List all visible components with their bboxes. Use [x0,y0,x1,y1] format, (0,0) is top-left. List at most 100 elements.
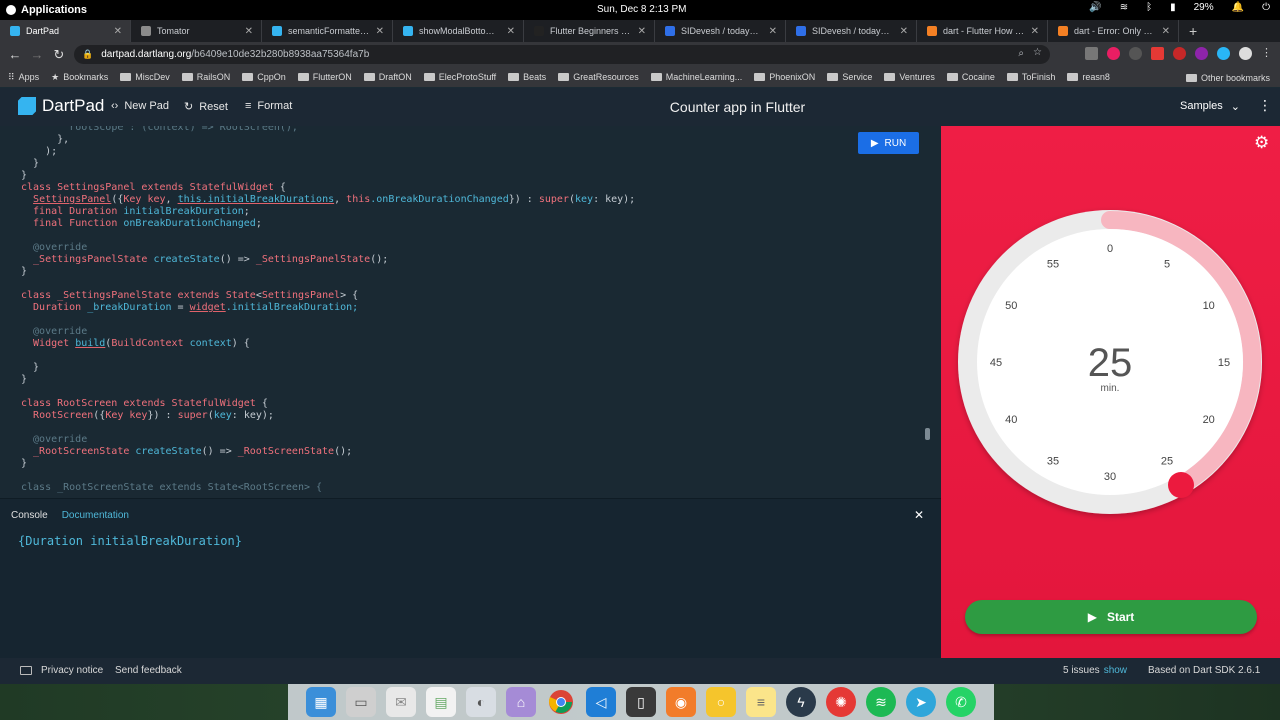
whatsapp-icon[interactable]: ✆ [946,687,976,717]
format-button[interactable]: ≡ Format [245,100,292,112]
bookmark-item[interactable]: Service [827,72,872,82]
close-tab-icon[interactable]: ✕ [769,26,777,37]
back-icon[interactable]: ← [4,47,26,62]
bookmark-item[interactable]: Cocaine [946,72,995,82]
bookmark-item[interactable]: CppOn [242,72,286,82]
browser-tab[interactable]: showModalBottomShe ✕ [393,20,524,42]
code-editor[interactable]: rootScope : (context) => RootScreen(), }… [0,126,941,498]
privacy-notice-link[interactable]: Privacy notice [41,665,103,676]
reset-button[interactable]: ↻ Reset [184,100,228,114]
samples-dropdown[interactable]: Samples ⌄ [1180,100,1240,113]
bookmark-item[interactable]: Ventures [884,72,935,82]
clock[interactable]: Sun, Dec 8 2:13 PM [597,4,687,15]
telegram-icon[interactable]: ➤ [906,687,936,717]
reload-icon[interactable]: ↻ [48,47,70,63]
bookmark-item[interactable]: FlutterON [297,72,352,82]
browser-tab[interactable]: dart - Error: Only static ✕ [1048,20,1179,42]
close-tab-icon[interactable]: ✕ [638,26,646,37]
close-tab-icon[interactable]: ✕ [507,26,515,37]
app-store-icon[interactable]: ⌂ [506,687,536,717]
bookmark-item[interactable]: PhoenixON [754,72,815,82]
bookmark-star-icon[interactable]: ☆ [1033,47,1042,58]
extension-icon[interactable] [1195,47,1208,60]
browser-tab[interactable]: Tomator ✕ [131,20,262,42]
profile-avatar[interactable] [1239,47,1252,60]
notes-icon[interactable]: ≡ [746,687,776,717]
power-icon[interactable]: ⏻ [1262,2,1270,13]
mail-icon[interactable]: ✉ [386,687,416,717]
new-pad-button[interactable]: ‹› New Pad [111,100,169,112]
extension-icon[interactable] [1085,47,1098,60]
chrome-icon[interactable] [546,687,576,717]
bookmark-item[interactable]: ElecProtoStuff [423,72,496,82]
address-bar[interactable]: 🔒 dartpad.dartlang.org /b6409e10de32b280… [74,45,1050,64]
files-icon[interactable]: ▭ [346,687,376,717]
browser-tab[interactable]: SIDevesh / today_in_life ✕ [786,20,917,42]
browser-tab[interactable]: semanticFormatterCall ✕ [262,20,393,42]
timer-dial[interactable]: 0 5 10 15 20 25 30 35 40 45 50 55 25 min. [941,126,1280,658]
bookmark-item[interactable]: ToFinish [1006,72,1055,82]
keyboard-icon[interactable] [20,666,32,675]
bookmark-item[interactable]: DraftON [363,72,412,82]
close-tab-icon[interactable]: ✕ [1031,26,1039,37]
new-tab-icon[interactable]: + [1179,20,1207,42]
volume-icon[interactable]: 🔊 [1089,2,1101,13]
dial-handle[interactable] [1168,472,1194,498]
extension-icon[interactable] [1173,47,1186,60]
close-tab-icon[interactable]: ✕ [376,26,384,37]
bookmark-item[interactable]: MachineLearning... [650,72,742,82]
close-tab-icon[interactable]: ✕ [900,26,908,37]
flutter-icon[interactable]: ϟ [786,687,816,717]
close-tab-icon[interactable]: ✕ [114,26,122,37]
vscode-icon[interactable]: ◁ [586,687,616,717]
bookmark-item[interactable]: RailsON [181,72,230,82]
close-tab-icon[interactable]: ✕ [1162,26,1170,37]
dartpad-logo[interactable]: DartPad [18,96,104,116]
settings-toggle-icon[interactable]: ◐ [466,687,496,717]
lightbulb-icon[interactable]: ○ [706,687,736,717]
issues-show-link[interactable]: show [1104,665,1127,676]
browser-tab[interactable]: SIDevesh / today_in_life ✕ [655,20,786,42]
code-token: Key key [123,194,166,205]
bell-icon[interactable]: 🔔 [1232,2,1244,13]
terminal-icon[interactable]: ▯ [626,687,656,717]
code-token: _SettingsPanelState [255,254,371,265]
bookmark-item[interactable]: reasn8 [1067,72,1110,82]
other-bookmarks[interactable]: Other bookmarks [1185,73,1270,83]
rss-icon[interactable]: ◉ [666,687,696,717]
browser-tab[interactable]: dart - Flutter How to se ✕ [917,20,1048,42]
bookmark-item[interactable]: ★ Bookmarks [51,72,108,83]
close-icon[interactable]: ✕ [914,508,924,522]
tab-title: showModalBottomShe [419,26,501,36]
code-content[interactable]: rootScope : (context) => RootScreen(), }… [21,126,635,494]
battery-icon[interactable]: ▮ [1170,2,1176,13]
bookmark-item[interactable]: ⠿ Apps [8,72,39,83]
more-menu-icon[interactable]: ⋮ [1258,97,1272,114]
applications-menu[interactable]: Applications [0,4,87,16]
run-button[interactable]: ▶ RUN [858,132,919,154]
spreadsheet-icon[interactable]: ▤ [426,687,456,717]
chrome-menu-icon[interactable]: ⋮ [1261,47,1274,60]
extension-icon[interactable] [1107,47,1120,60]
close-tab-icon[interactable]: ✕ [245,26,253,37]
extension-icon[interactable] [1129,47,1142,60]
browser-tab[interactable]: Flutter Beginners Guide ✕ [524,20,655,42]
extension-icon[interactable] [1217,47,1230,60]
tab-console[interactable]: Console [11,510,48,521]
wifi-icon[interactable]: ≋ [1120,2,1128,13]
start-button[interactable]: ▶ Start [965,600,1257,634]
bookmark-item[interactable]: Beats [508,72,546,82]
bluetooth-icon[interactable]: ᛒ [1146,2,1152,13]
peppermint-icon[interactable]: ✺ [826,687,856,717]
forward-icon[interactable]: → [26,47,48,62]
workspaces-icon[interactable]: ▦ [306,687,336,717]
tab-documentation[interactable]: Documentation [62,510,129,521]
bookmark-item[interactable]: MiscDev [120,72,170,82]
bookmark-item[interactable]: GreatResources [558,72,639,82]
extension-icon[interactable] [1151,47,1164,60]
editor-scrollbar[interactable] [925,428,930,440]
spotify-icon[interactable]: ≋ [866,687,896,717]
zoom-icon[interactable]: ⌕ [1018,48,1024,59]
send-feedback-link[interactable]: Send feedback [115,665,182,676]
browser-tab[interactable]: DartPad ✕ [0,20,131,42]
